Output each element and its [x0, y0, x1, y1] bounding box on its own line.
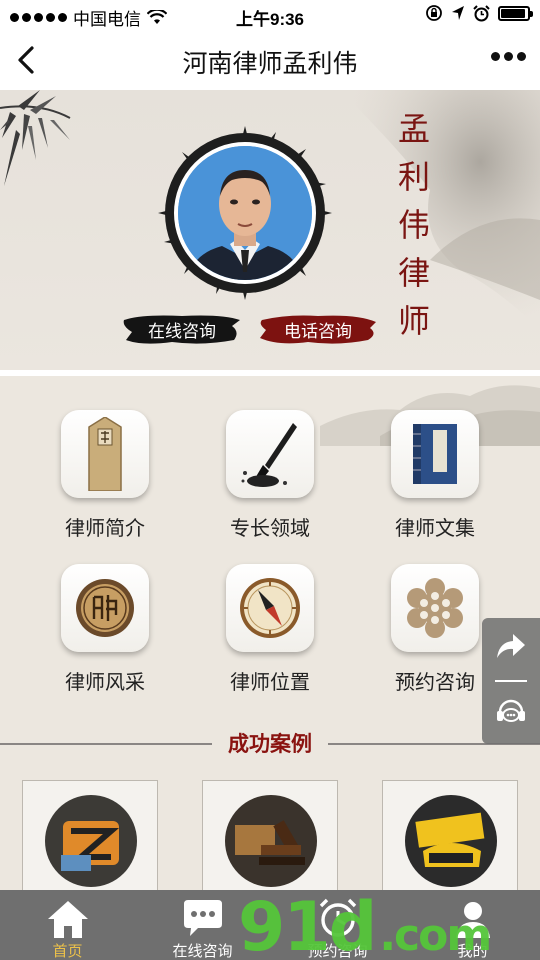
grid-item-expertise[interactable]: 专长领域	[200, 410, 340, 541]
chess-piece-icon	[76, 579, 134, 637]
more-options-icon[interactable]	[491, 52, 526, 61]
case-thumbnail[interactable]	[22, 780, 158, 890]
home-icon	[48, 901, 88, 938]
lawyer-hero-banner: 孟 利 伟 律 师 在线咨询 电话咨询	[0, 90, 540, 370]
lawyer-avatar-frame	[158, 126, 332, 300]
battery-icon	[498, 5, 533, 21]
success-cases-header: 成功案例	[0, 728, 540, 758]
grid-item-lawyer-intro[interactable]: 律师简介	[35, 410, 175, 541]
site-watermark: 91d.com	[238, 888, 492, 960]
status-bar: 中国电信 上午9:36	[0, 0, 540, 30]
online-consult-button[interactable]: 在线咨询	[122, 312, 242, 346]
phone-consult-button[interactable]: 电话咨询	[258, 312, 378, 346]
rotation-lock-icon	[426, 5, 442, 21]
case-thumbnail[interactable]	[382, 780, 518, 890]
book-icon	[413, 424, 457, 484]
page-title: 河南律师孟利伟	[182, 50, 358, 78]
share-icon[interactable]	[495, 632, 527, 662]
compass-icon	[240, 578, 300, 638]
grid-item-articles[interactable]: 律师文集	[365, 410, 505, 541]
menu-grid-area: 律师简介 专长领域 律师文集 律师风采 律师位置 预约咨询 成功案例	[0, 376, 540, 890]
customer-service-icon[interactable]	[494, 694, 528, 728]
tab-home[interactable]: 首页	[0, 890, 135, 960]
nav-bar: 河南律师孟利伟	[0, 30, 540, 90]
bamboo-decoration	[0, 90, 71, 186]
wooden-tablet-icon	[88, 417, 122, 491]
lawyer-avatar	[174, 142, 316, 284]
ink-brush-icon	[241, 423, 297, 487]
location-icon	[452, 6, 464, 20]
side-float-panel	[482, 618, 540, 744]
lawyer-name-vertical: 孟 利 伟 律 师	[397, 111, 430, 339]
chat-bubble-icon	[184, 900, 222, 936]
alarm-icon	[473, 4, 490, 21]
lotus-seed-icon	[407, 578, 463, 638]
grid-item-lawyer-style[interactable]: 律师风采	[35, 564, 175, 695]
case-thumbnail[interactable]	[202, 780, 338, 890]
grid-item-location[interactable]: 律师位置	[200, 564, 340, 695]
